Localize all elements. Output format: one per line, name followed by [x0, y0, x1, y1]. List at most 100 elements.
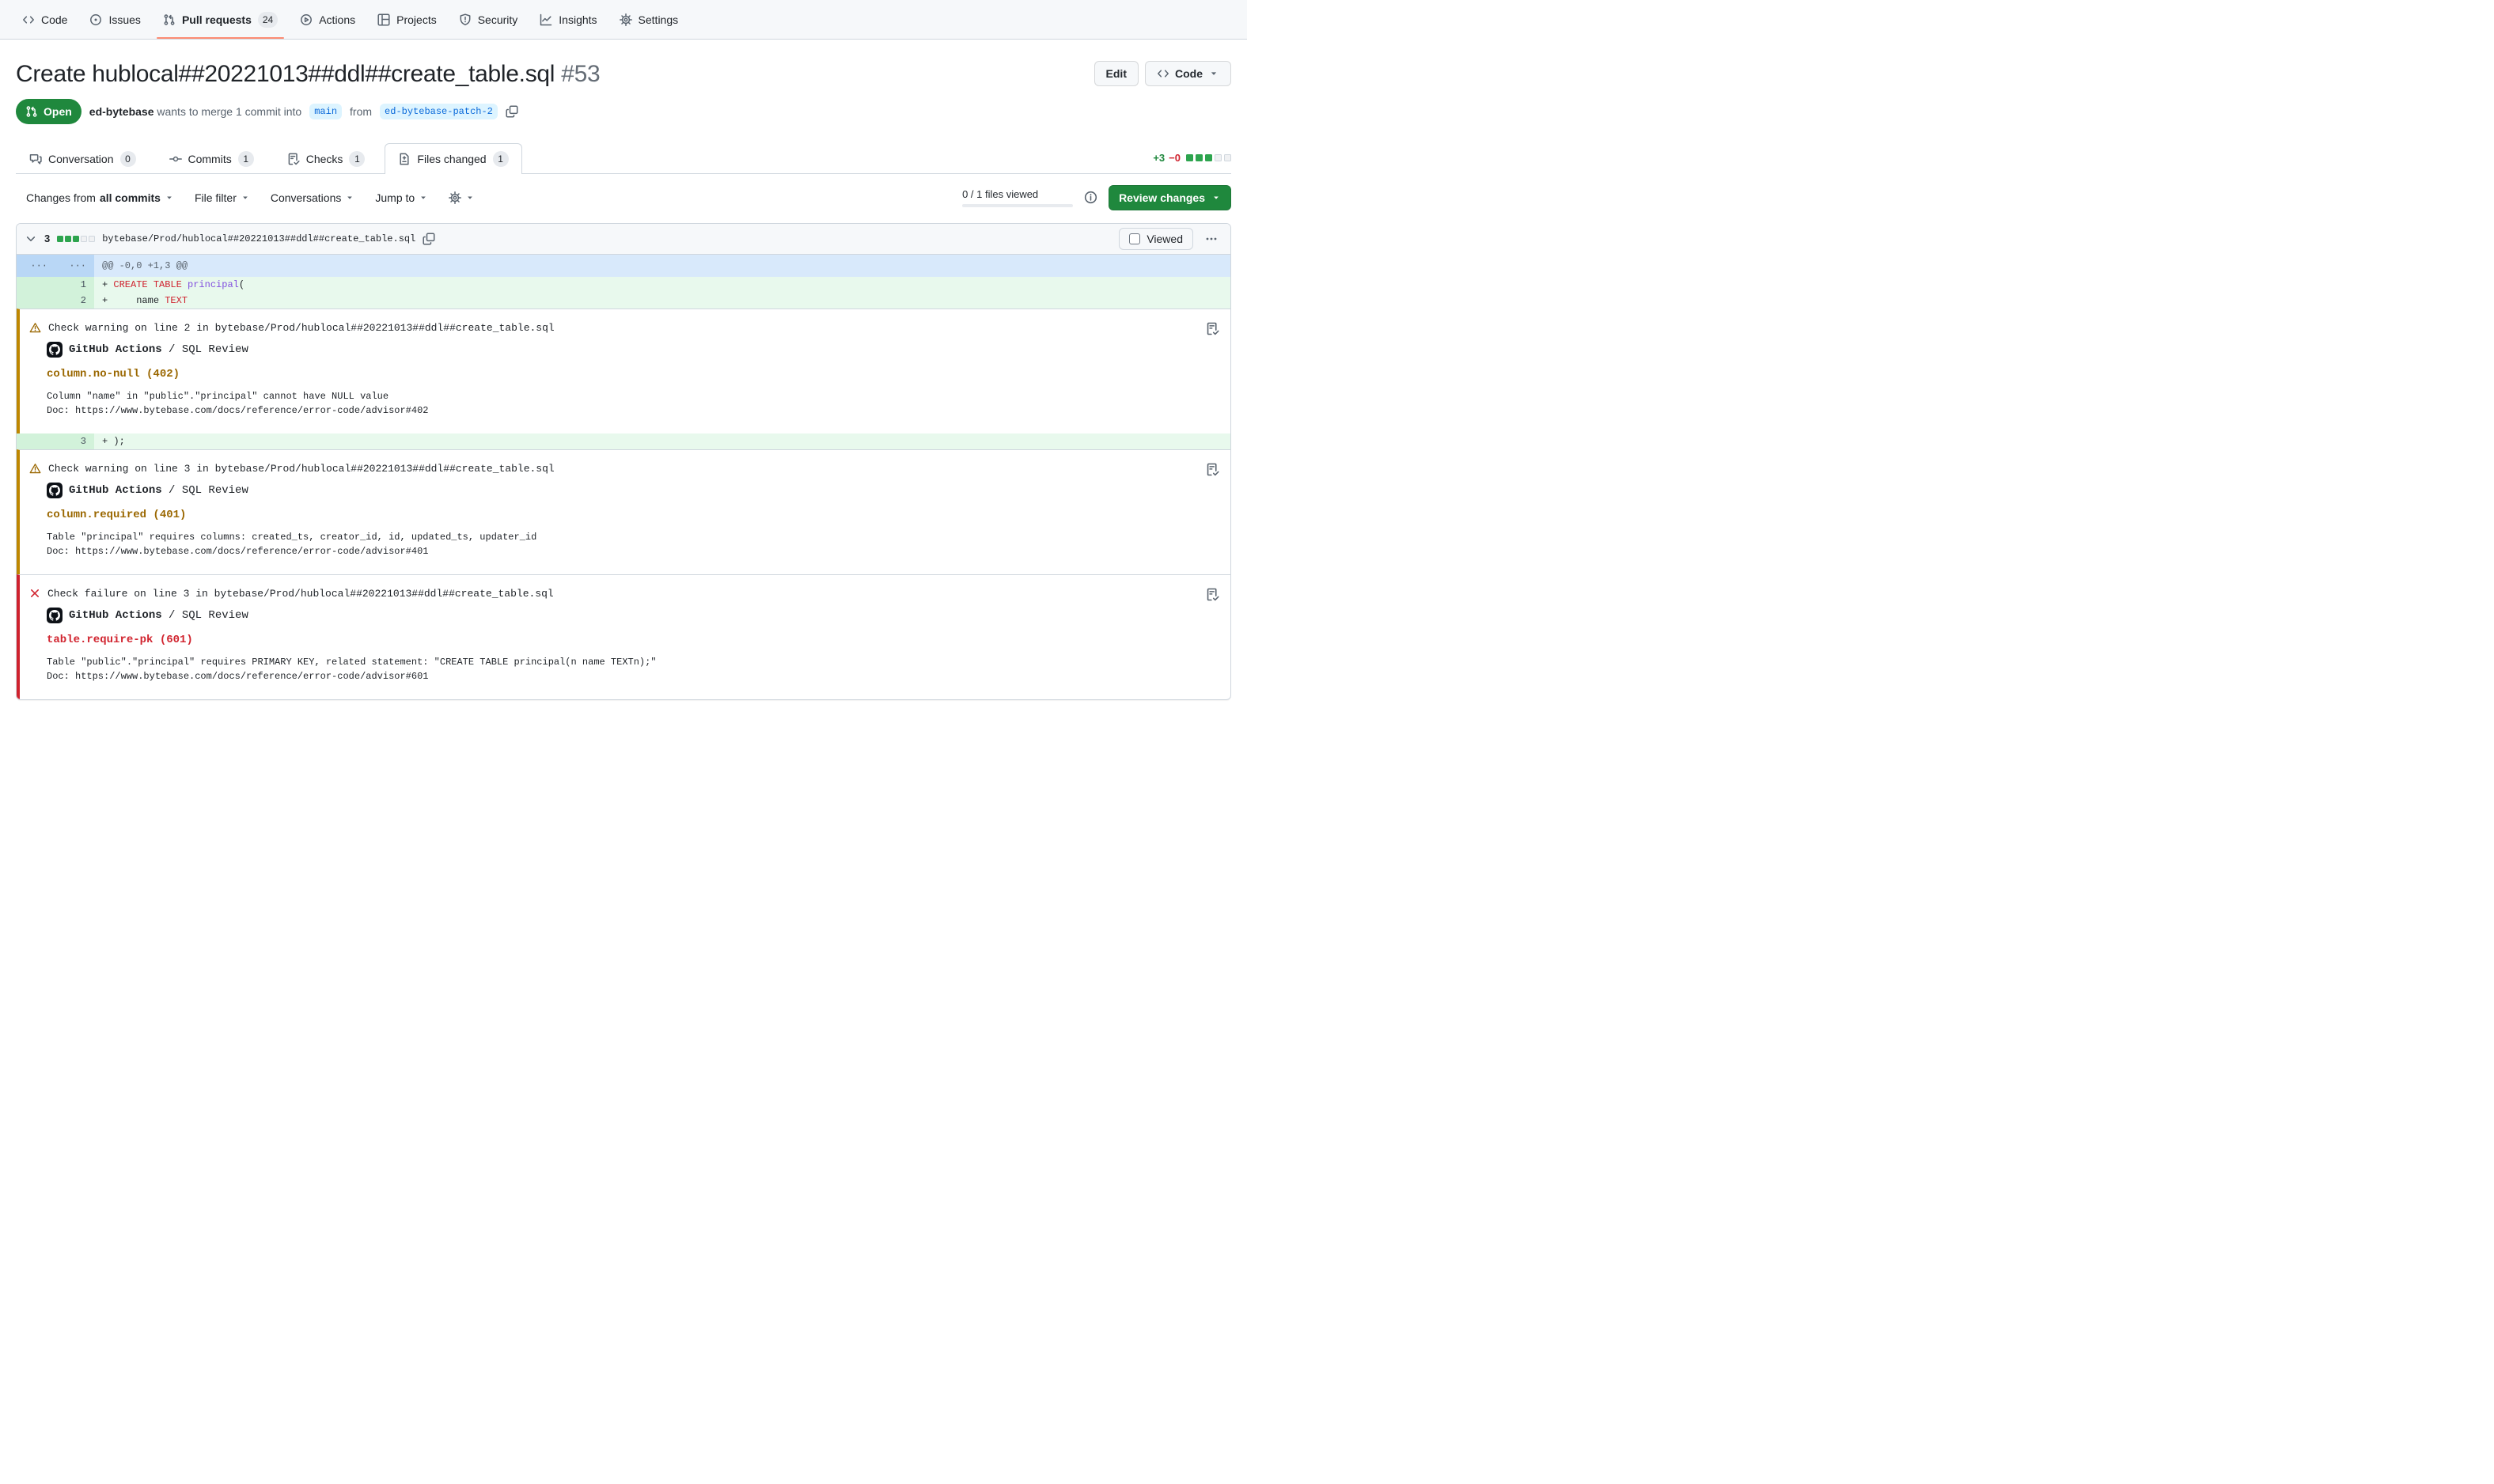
tab-checks[interactable]: Checks 1	[274, 143, 379, 174]
tab-files-changed[interactable]: Files changed 1	[385, 143, 521, 174]
new-line-number[interactable]: 3	[55, 433, 94, 449]
diff-line-1: 1 + CREATE TABLE principal(	[17, 277, 1230, 293]
hunk-expander[interactable]: ···	[55, 255, 94, 277]
nav-item-code[interactable]: Code	[14, 0, 75, 39]
files-viewed-progress: 0 / 1 files viewed	[962, 188, 1073, 207]
code-button[interactable]: Code	[1145, 61, 1231, 86]
pull-requests-counter: 24	[258, 12, 278, 28]
changes-from-label: Changes from	[26, 191, 96, 204]
diffstat-block-filled	[1196, 154, 1203, 161]
check-rule-title: column.no-null (402)	[47, 368, 1196, 380]
checklist-icon	[287, 153, 300, 165]
nav-item-pull-requests[interactable]: Pull requests 24	[155, 0, 286, 39]
new-line-number[interactable]: 1	[55, 277, 94, 293]
nav-item-actions[interactable]: Actions	[292, 0, 363, 39]
nav-item-issues[interactable]: Issues	[81, 0, 148, 39]
jump-to-dropdown[interactable]: Jump to	[375, 191, 428, 204]
play-icon	[300, 13, 313, 26]
tab-counter: 0	[120, 151, 136, 167]
check-body: Table "public"."principal" requires PRIM…	[47, 655, 1196, 683]
conversations-dropdown[interactable]: Conversations	[271, 191, 355, 204]
chevron-down-icon	[1211, 193, 1221, 203]
check-message: Check failure on line 3 in bytebase/Prod…	[47, 588, 554, 600]
file-filter-dropdown[interactable]: File filter	[195, 191, 250, 204]
review-changes-label: Review changes	[1119, 191, 1205, 204]
pr-author-link[interactable]: ed-bytebase	[89, 105, 154, 118]
hunk-header-text: @@ -0,0 +1,3 @@	[94, 255, 1230, 277]
nav-item-security[interactable]: Security	[451, 0, 526, 39]
info-icon[interactable]	[1084, 191, 1097, 204]
tab-counter: 1	[349, 151, 365, 167]
viewed-toggle[interactable]: Viewed	[1119, 228, 1193, 250]
code-line: + );	[94, 433, 1230, 449]
diff-line-2: 2 + name TEXT	[17, 293, 1230, 309]
tab-conversation[interactable]: Conversation 0	[16, 143, 150, 174]
tab-label: Conversation	[48, 153, 114, 165]
changes-from-value: all commits	[100, 191, 161, 204]
check-suite-name[interactable]: GitHub Actions / SQL Review	[69, 484, 248, 497]
diffstat-block-empty	[1224, 154, 1231, 161]
new-line-number[interactable]: 2	[55, 293, 94, 309]
old-line-number[interactable]	[17, 277, 55, 293]
github-actions-avatar	[47, 342, 63, 358]
nav-label: Security	[478, 13, 518, 26]
copy-path-icon[interactable]	[423, 233, 435, 245]
diffstat-block-filled	[1186, 154, 1193, 161]
jump-to-label: Jump to	[375, 191, 415, 204]
diffstat-summary: +3 −0	[1153, 152, 1231, 173]
annotation-checklist-icon[interactable]	[1206, 588, 1219, 601]
file-diffstat-blocks	[57, 236, 95, 242]
hunk-expander[interactable]: ···	[17, 255, 55, 277]
issue-opened-icon	[89, 13, 102, 26]
collapse-chevron-icon[interactable]	[25, 233, 37, 245]
check-suite-name[interactable]: GitHub Actions / SQL Review	[69, 343, 248, 356]
base-branch-label[interactable]: main	[309, 104, 342, 119]
from-word: from	[350, 105, 372, 118]
additions-count: +3	[1153, 152, 1165, 164]
old-line-number[interactable]	[17, 293, 55, 309]
nav-item-projects[interactable]: Projects	[370, 0, 445, 39]
shield-icon	[459, 13, 472, 26]
files-viewed-progress-bar	[962, 204, 1073, 207]
edit-button-label: Edit	[1106, 67, 1127, 80]
file-filter-label: File filter	[195, 191, 237, 204]
comment-discussion-icon	[29, 153, 42, 165]
nav-item-insights[interactable]: Insights	[532, 0, 605, 39]
review-changes-button[interactable]: Review changes	[1109, 185, 1231, 210]
copy-branch-icon[interactable]	[506, 105, 518, 118]
repo-nav: Code Issues Pull requests 24 Actions Pro…	[0, 0, 1247, 40]
check-rule-title: column.required (401)	[47, 509, 1196, 521]
gear-icon	[449, 191, 461, 204]
check-annotation-warning-401: Check warning on line 3 in bytebase/Prod…	[17, 449, 1230, 574]
annotation-checklist-icon[interactable]	[1206, 463, 1219, 476]
annotation-checklist-icon[interactable]	[1206, 322, 1219, 335]
gear-icon	[620, 13, 632, 26]
file-path[interactable]: bytebase/Prod/hublocal##20221013##ddl##c…	[102, 233, 415, 244]
git-commit-icon	[169, 153, 182, 165]
hunk-header-row: ··· ··· @@ -0,0 +1,3 @@	[17, 255, 1230, 277]
kebab-menu-icon[interactable]	[1200, 233, 1222, 245]
chevron-down-icon	[345, 193, 354, 203]
tab-commits[interactable]: Commits 1	[156, 143, 267, 174]
diffstat-block-empty	[1215, 154, 1222, 161]
pr-header: Create hublocal##20221013##ddl##create_t…	[16, 59, 1231, 89]
old-line-number[interactable]	[17, 433, 55, 449]
diff-settings-dropdown[interactable]	[449, 191, 475, 204]
nav-item-settings[interactable]: Settings	[612, 0, 687, 39]
pr-meta: Open ed-bytebase wants to merge 1 commit…	[16, 99, 1231, 124]
check-message: Check warning on line 3 in bytebase/Prod…	[48, 463, 555, 475]
changes-from-dropdown[interactable]: Changes from all commits	[26, 191, 174, 204]
table-icon	[377, 13, 390, 26]
viewed-checkbox[interactable]	[1129, 233, 1140, 244]
graph-icon	[540, 13, 552, 26]
nav-label: Settings	[639, 13, 679, 26]
warning-triangle-icon	[29, 463, 41, 475]
edit-button[interactable]: Edit	[1094, 61, 1139, 86]
head-branch-label[interactable]: ed-bytebase-patch-2	[380, 104, 498, 119]
check-suite-name[interactable]: GitHub Actions / SQL Review	[69, 609, 248, 622]
code-icon	[22, 13, 35, 26]
viewed-label: Viewed	[1147, 233, 1183, 245]
file-header: 3 bytebase/Prod/hublocal##20221013##ddl#…	[17, 224, 1230, 255]
files-viewed-label: 0 / 1 files viewed	[962, 188, 1038, 200]
nav-label: Issues	[108, 13, 140, 26]
